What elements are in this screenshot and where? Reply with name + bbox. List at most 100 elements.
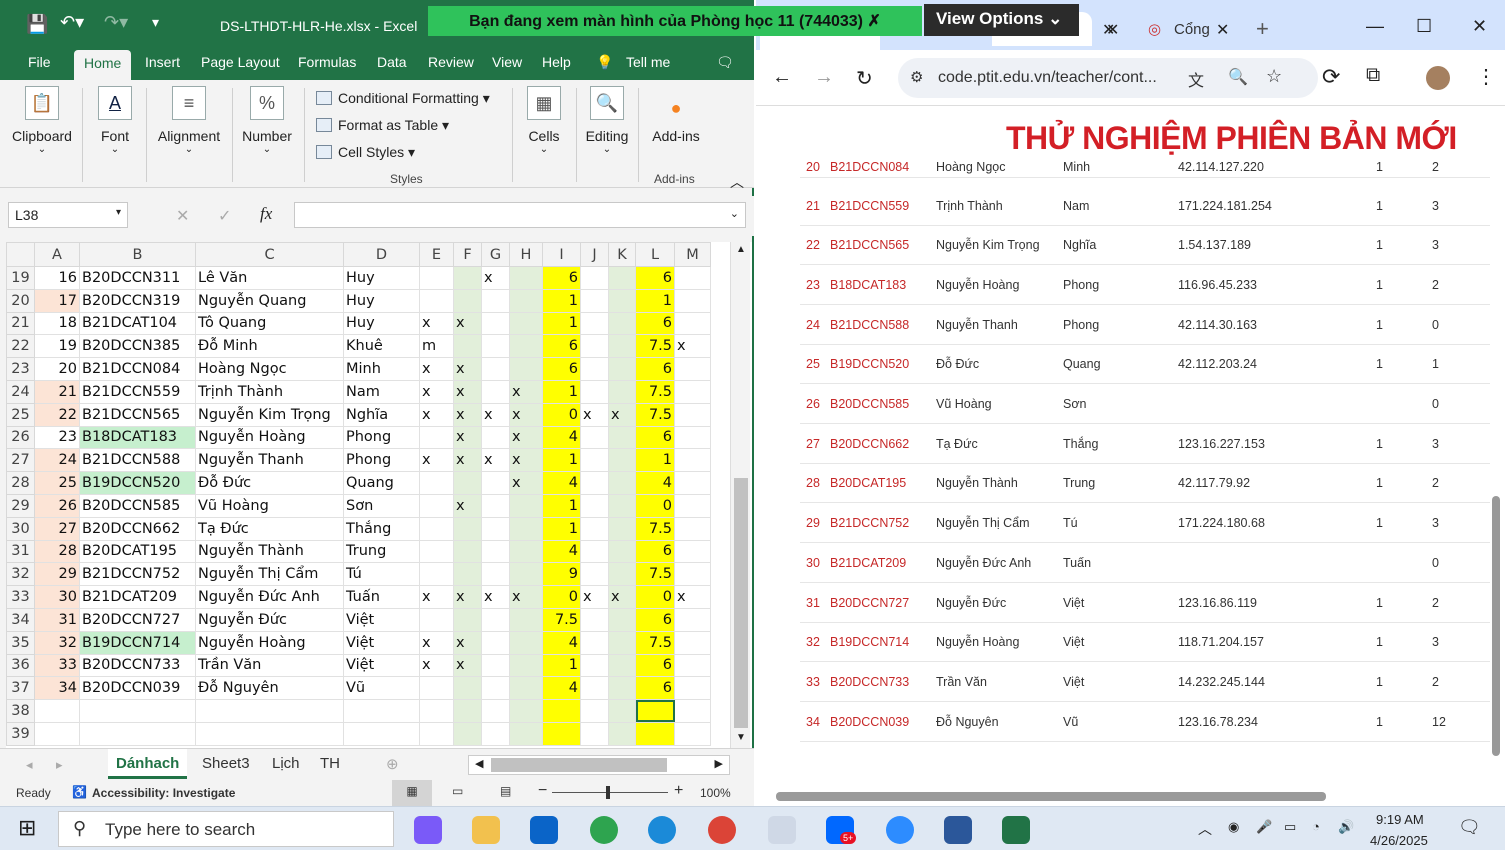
cell[interactable]: x xyxy=(419,448,454,473)
cell[interactable] xyxy=(509,607,543,632)
cell[interactable] xyxy=(481,539,510,564)
customize-qat-icon[interactable]: ▾ xyxy=(152,14,159,31)
tab-home[interactable]: Home xyxy=(74,50,132,80)
cell[interactable] xyxy=(580,425,609,450)
cell[interactable] xyxy=(509,630,543,655)
redo-icon[interactable]: ↷▾ xyxy=(104,12,128,33)
cell[interactable]: 6 xyxy=(542,357,581,381)
cell[interactable]: B20DCCN385 xyxy=(79,334,196,359)
cell[interactable]: Huy xyxy=(343,288,420,313)
cell[interactable]: B21DCCN752 xyxy=(79,562,196,587)
cell[interactable]: 29 xyxy=(34,562,80,587)
cell[interactable]: 1 xyxy=(542,288,581,313)
file-explorer-icon[interactable] xyxy=(472,816,500,844)
cell[interactable]: x xyxy=(608,585,636,609)
page-break-view-icon[interactable]: ▤ xyxy=(500,784,511,798)
row-id[interactable]: B21DCCN588 xyxy=(830,318,909,332)
cell[interactable]: 4 xyxy=(542,676,581,701)
cell[interactable] xyxy=(481,516,510,541)
cell[interactable] xyxy=(580,288,609,313)
cell[interactable]: 4 xyxy=(635,471,675,495)
cell[interactable]: Nguyễn Thành xyxy=(195,539,344,564)
cell[interactable] xyxy=(608,425,636,450)
word-icon[interactable] xyxy=(944,816,972,844)
cell[interactable] xyxy=(608,516,636,541)
cell[interactable] xyxy=(674,653,711,678)
normal-view-icon[interactable]: ▦ xyxy=(392,780,432,806)
cell[interactable]: 1 xyxy=(542,379,581,404)
site-info-icon[interactable]: ⚙ xyxy=(910,68,923,86)
cell[interactable] xyxy=(419,699,454,723)
cell[interactable]: B18DCAT183 xyxy=(79,425,196,450)
cell[interactable] xyxy=(509,493,543,518)
cell[interactable] xyxy=(453,607,482,632)
cell[interactable] xyxy=(608,288,636,313)
cell[interactable]: Nguyễn Hoàng xyxy=(195,425,344,450)
cell[interactable]: 1 xyxy=(542,516,581,541)
column-header[interactable]: H xyxy=(509,242,543,267)
cell[interactable] xyxy=(453,266,482,290)
cell[interactable] xyxy=(509,721,543,746)
horizontal-scroll-thumb[interactable] xyxy=(491,758,667,772)
cell[interactable]: Tú xyxy=(343,562,420,587)
cell[interactable]: 33 xyxy=(34,653,80,678)
cell[interactable]: B20DCCN733 xyxy=(79,653,196,678)
cell[interactable] xyxy=(34,699,80,723)
cell[interactable] xyxy=(674,699,711,723)
cell[interactable] xyxy=(580,311,609,336)
cell[interactable]: Việt xyxy=(343,607,420,632)
cell[interactable] xyxy=(674,448,711,473)
cell[interactable]: B20DCCN039 xyxy=(79,676,196,701)
cell[interactable] xyxy=(453,699,482,723)
cell[interactable]: 1 xyxy=(542,653,581,678)
zoom-out-icon[interactable]: − xyxy=(538,782,547,800)
cell[interactable]: Tô Quang xyxy=(195,311,344,336)
row-header[interactable]: 30 xyxy=(6,516,35,541)
cell[interactable]: Nghĩa xyxy=(343,402,420,427)
cell[interactable] xyxy=(481,699,510,723)
cell[interactable] xyxy=(481,676,510,701)
cell[interactable]: x xyxy=(481,585,510,609)
camera-icon[interactable]: ◉ xyxy=(1228,819,1239,835)
cell[interactable]: 23 xyxy=(34,425,80,450)
cell[interactable]: 26 xyxy=(34,493,80,518)
cell[interactable] xyxy=(674,288,711,313)
add-ins-button[interactable]: ● Add-ins xyxy=(646,84,706,144)
row-id[interactable]: B21DCCN752 xyxy=(830,516,909,530)
cell[interactable] xyxy=(580,493,609,518)
cell[interactable] xyxy=(608,357,636,381)
cell[interactable]: 6 xyxy=(635,607,675,632)
zoom-icon[interactable]: 🔍 xyxy=(1228,67,1248,87)
cell[interactable]: Nguyễn Thanh xyxy=(195,448,344,473)
cell[interactable]: 9 xyxy=(542,562,581,587)
save-icon[interactable]: 💾 xyxy=(26,14,48,35)
row-id[interactable]: B19DCCN520 xyxy=(830,357,909,371)
vertical-scrollbar[interactable]: ▲ ▼ xyxy=(730,242,750,748)
cell[interactable] xyxy=(34,721,80,746)
cell[interactable]: 1 xyxy=(542,493,581,518)
cell[interactable]: x xyxy=(419,379,454,404)
cell[interactable]: 6 xyxy=(635,676,675,701)
name-box[interactable]: L38 ▾ xyxy=(8,202,128,228)
cell[interactable] xyxy=(608,379,636,404)
cell[interactable] xyxy=(580,266,609,290)
clipboard-button[interactable]: 📋 Clipboard ⌄ xyxy=(8,84,76,155)
cell[interactable]: 1 xyxy=(635,448,675,473)
cell[interactable]: Nguyễn Đức xyxy=(195,607,344,632)
cell[interactable]: Vũ xyxy=(343,676,420,701)
cell[interactable]: B19DCCN714 xyxy=(79,630,196,655)
cell[interactable] xyxy=(608,653,636,678)
cell[interactable]: 7.5 xyxy=(542,607,581,632)
cell[interactable]: x xyxy=(580,585,609,609)
row-header[interactable]: 28 xyxy=(6,471,35,495)
cell[interactable] xyxy=(481,311,510,336)
cell[interactable] xyxy=(580,630,609,655)
chrome-icon[interactable] xyxy=(590,816,618,844)
cell[interactable] xyxy=(542,699,581,723)
cell[interactable]: Nguyễn Đức Anh xyxy=(195,585,344,609)
row-header[interactable]: 39 xyxy=(6,721,35,746)
cell[interactable] xyxy=(608,630,636,655)
row-id[interactable]: B21DCCN565 xyxy=(830,238,909,252)
cell[interactable]: B21DCCN559 xyxy=(79,379,196,404)
cell[interactable] xyxy=(419,471,454,495)
